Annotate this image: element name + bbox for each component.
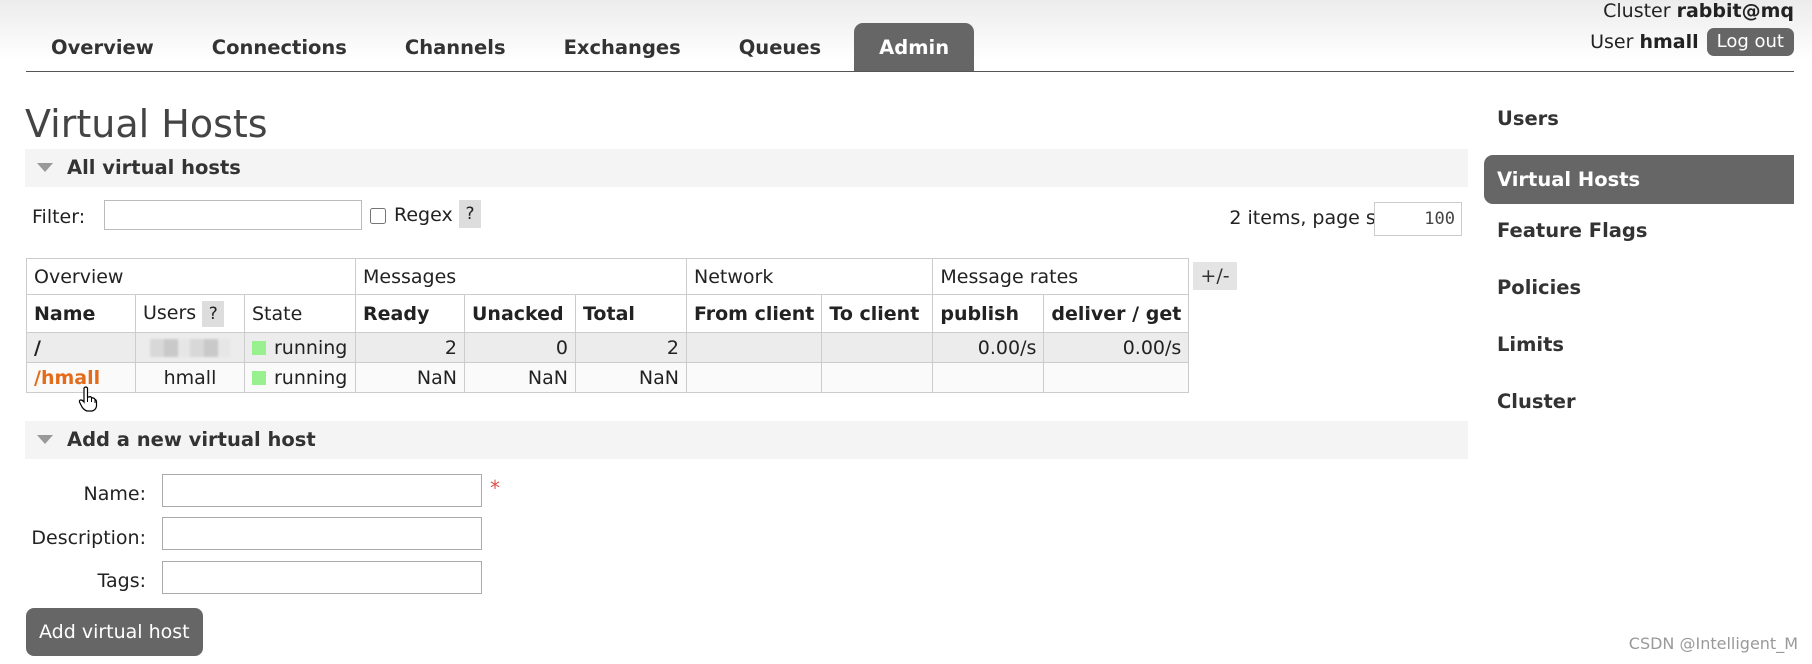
cluster-label: Cluster <box>1603 0 1671 22</box>
add-vhost-section-header[interactable]: Add a new virtual host <box>25 421 1468 459</box>
column-header-name[interactable]: Name <box>26 294 136 333</box>
all-vhosts-section-title: All virtual hosts <box>67 156 241 179</box>
nav-divider <box>26 71 1794 72</box>
all-vhosts-section-header[interactable]: All virtual hosts <box>25 149 1468 187</box>
unacked-cell: 0 <box>464 332 576 363</box>
sidebar-item-users[interactable]: Users <box>1484 100 1794 149</box>
ready-cell: NaN <box>355 362 465 393</box>
tab-queues[interactable]: Queues <box>714 23 846 72</box>
user-label: User <box>1590 31 1634 53</box>
table-row: /hmall hmall running NaN NaN NaN <box>26 362 1190 393</box>
column-header-deliver-get[interactable]: deliver / get <box>1043 294 1190 333</box>
columns-toggle-button[interactable]: +/- <box>1193 262 1237 290</box>
column-header-from-client[interactable]: From client <box>685 294 823 333</box>
cluster-info: Cluster rabbit@mq <box>1603 0 1794 22</box>
tab-admin[interactable]: Admin <box>854 23 975 72</box>
cluster-name: rabbit@mq <box>1676 0 1794 22</box>
publish-rate-cell: 0.00/s <box>932 332 1045 363</box>
group-header-messages: Messages <box>355 258 687 295</box>
column-header-users: Users ? <box>135 294 245 333</box>
users-column-label: Users <box>143 301 197 324</box>
add-vhost-section-title: Add a new virtual host <box>67 428 316 451</box>
logout-button[interactable]: Log out <box>1706 28 1794 56</box>
state-cell: running <box>244 332 356 363</box>
collapse-triangle-icon <box>37 163 53 172</box>
column-header-state[interactable]: State <box>244 294 356 333</box>
required-marker: * <box>490 476 500 500</box>
group-header-message-rates: Message rates <box>932 258 1190 295</box>
column-header-ready[interactable]: Ready <box>355 294 465 333</box>
users-help-button[interactable]: ? <box>202 300 225 327</box>
vhost-name-input[interactable] <box>162 474 482 507</box>
sidebar-item-cluster[interactable]: Cluster <box>1484 383 1794 432</box>
collapse-triangle-icon <box>37 435 53 444</box>
publish-rate-cell <box>932 362 1045 393</box>
description-label: Description: <box>31 527 146 549</box>
state-text: running <box>274 336 348 359</box>
unacked-cell: NaN <box>464 362 576 393</box>
tab-connections[interactable]: Connections <box>187 23 372 72</box>
users-cell <box>135 332 245 363</box>
ready-cell: 2 <box>355 332 465 363</box>
sidebar-item-virtual-hosts[interactable]: Virtual Hosts <box>1484 155 1794 204</box>
filter-input[interactable] <box>104 200 362 230</box>
top-header: Overview Connections Channels Exchanges … <box>0 0 1812 72</box>
regex-help-button[interactable]: ? <box>459 200 481 228</box>
users-cell: hmall <box>135 362 245 393</box>
to-client-cell <box>821 332 934 363</box>
to-client-cell <box>821 362 934 393</box>
state-text: running <box>274 366 348 389</box>
deliver-get-rate-cell: 0.00/s <box>1043 332 1190 363</box>
vhost-description-input[interactable] <box>162 517 482 550</box>
sidebar-item-policies[interactable]: Policies <box>1484 269 1794 318</box>
vhost-link[interactable]: / <box>34 337 41 359</box>
column-header-unacked[interactable]: Unacked <box>464 294 576 333</box>
main-nav-tabs: Overview Connections Channels Exchanges … <box>26 23 982 72</box>
regex-label: Regex <box>394 204 453 226</box>
hand-pointer-cursor-icon <box>78 386 98 412</box>
redacted-users <box>150 339 230 357</box>
watermark: CSDN @Intelligent_M <box>1628 634 1798 653</box>
vhost-tags-input[interactable] <box>162 561 482 594</box>
total-cell: NaN <box>575 362 687 393</box>
table-row: / running 2 0 2 0.00/s 0.00/s <box>26 332 1190 363</box>
vhost-name-cell: / <box>26 332 136 363</box>
column-header-publish[interactable]: publish <box>932 294 1045 333</box>
sidebar-item-feature-flags[interactable]: Feature Flags <box>1484 212 1794 261</box>
page-title: Virtual Hosts <box>25 102 268 146</box>
tab-exchanges[interactable]: Exchanges <box>539 23 706 72</box>
name-label: Name: <box>83 483 146 505</box>
state-cell: running <box>244 362 356 393</box>
admin-sidebar: Users Virtual Hosts Feature Flags Polici… <box>1484 100 1794 440</box>
add-virtual-host-button[interactable]: Add virtual host <box>26 608 203 656</box>
running-status-icon <box>252 370 266 385</box>
column-header-to-client[interactable]: To client <box>821 294 934 333</box>
column-header-total[interactable]: Total <box>575 294 687 333</box>
filter-label: Filter: <box>32 206 86 228</box>
page-size-input[interactable] <box>1374 202 1462 236</box>
tags-label: Tags: <box>97 570 146 592</box>
running-status-icon <box>252 340 266 355</box>
total-cell: 2 <box>575 332 687 363</box>
from-client-cell <box>685 332 823 363</box>
regex-checkbox[interactable] <box>370 208 386 224</box>
group-header-overview: Overview <box>26 258 356 295</box>
tab-channels[interactable]: Channels <box>380 23 531 72</box>
group-header-network: Network <box>685 258 934 295</box>
from-client-cell <box>685 362 823 393</box>
tab-overview[interactable]: Overview <box>26 23 179 72</box>
vhosts-table: Overview Messages Network Message rates … <box>26 258 1190 393</box>
user-name: hmall <box>1639 31 1699 53</box>
user-info: User hmall Log out <box>1590 28 1794 56</box>
deliver-get-rate-cell <box>1043 362 1190 393</box>
sidebar-item-limits[interactable]: Limits <box>1484 326 1794 375</box>
